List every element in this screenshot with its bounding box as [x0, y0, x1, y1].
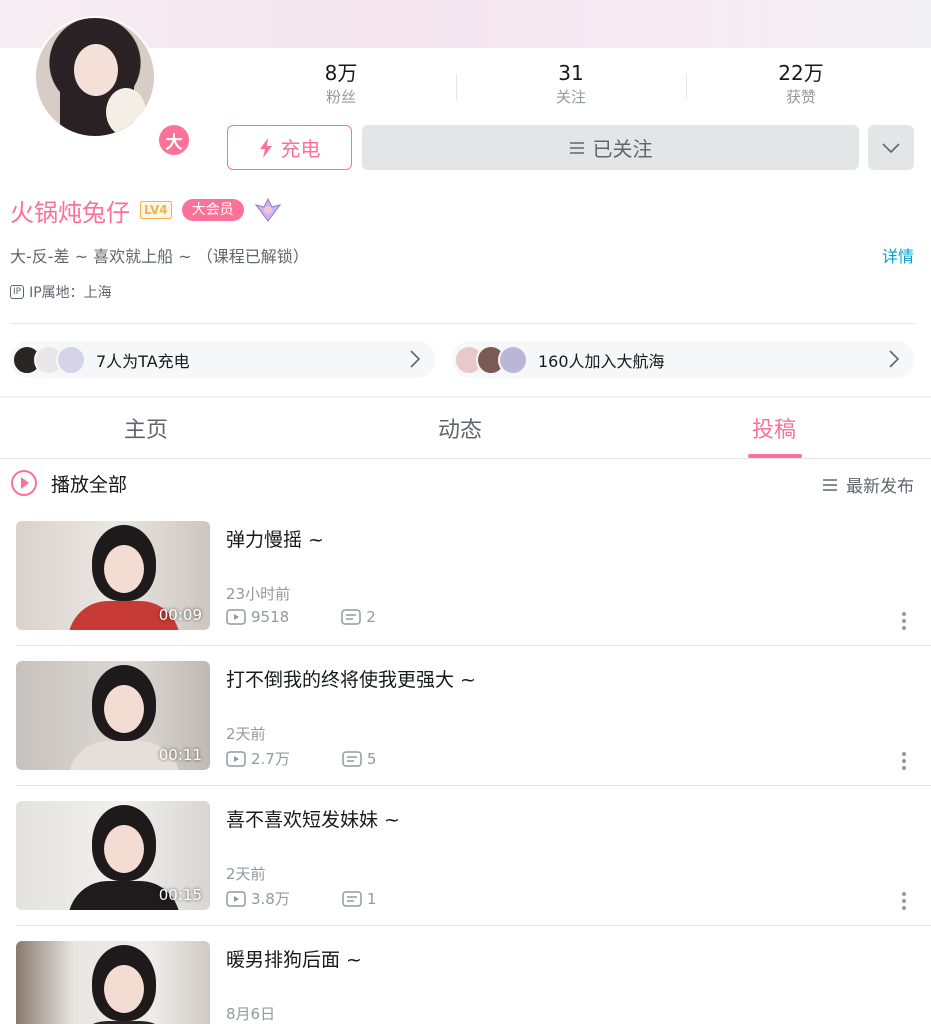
supporter-avatar	[56, 344, 86, 375]
ip-location: IP IP属地：上海	[10, 282, 112, 302]
lightning-icon	[259, 137, 272, 158]
play-count-value: 2.7万	[251, 750, 290, 768]
charge-button-label: 充电	[280, 137, 321, 161]
divider	[16, 785, 931, 786]
detail-link[interactable]: 详情	[882, 243, 914, 267]
video-duration: 00:15	[158, 886, 202, 904]
divider	[0, 458, 931, 459]
video-item[interactable]: 暖男排狗后面 ~ 8月6日	[0, 941, 931, 1024]
tab-posts[interactable]: 投稿	[752, 412, 796, 444]
stat-fans[interactable]: 8万 粉丝	[226, 60, 456, 116]
video-item[interactable]: 00:11 打不倒我的终将使我更强大 ~ 2天前 2.7万 5	[0, 661, 931, 801]
stats-bar: 8万 粉丝 31 关注 22万 获赞	[226, 60, 916, 116]
avatar[interactable]: 大	[34, 16, 192, 158]
tab-bar: 主页 动态 投稿	[0, 398, 931, 458]
video-time: 23小时前	[226, 585, 291, 603]
video-time: 2天前	[226, 865, 266, 883]
video-thumbnail[interactable]	[16, 941, 210, 1024]
video-title[interactable]: 暖男排狗后面 ~	[226, 945, 362, 972]
divider	[10, 323, 915, 324]
video-title[interactable]: 喜不喜欢短发妹妹 ~	[226, 805, 400, 832]
video-thumbnail[interactable]: 00:09	[16, 521, 210, 630]
video-thumbnail[interactable]: 00:15	[16, 801, 210, 910]
play-count-value: 9518	[251, 608, 290, 626]
video-time: 2天前	[226, 725, 266, 743]
video-stats: 9518 2	[226, 608, 376, 626]
comment-count: 1	[342, 889, 377, 908]
medal-icon[interactable]	[254, 197, 282, 223]
comment-icon	[342, 750, 362, 767]
expand-button[interactable]	[868, 125, 914, 170]
comment-count-value: 2	[366, 608, 376, 626]
play-all-label: 播放全部	[51, 473, 128, 496]
comment-count: 2	[341, 608, 376, 626]
fleet-pill[interactable]: 160人加入大航海	[452, 341, 914, 378]
sort-label: 最新发布	[846, 477, 914, 497]
stat-following[interactable]: 31 关注	[456, 60, 686, 116]
comment-icon	[341, 609, 361, 625]
tab-dynamics[interactable]: 动态	[438, 412, 482, 444]
menu-lines-icon	[569, 141, 584, 154]
play-count-value: 3.8万	[251, 890, 290, 908]
video-title[interactable]: 弹力慢摇 ~	[226, 525, 324, 552]
ip-icon: IP	[10, 285, 25, 299]
username: 火锅炖兔仔	[10, 198, 130, 227]
play-circle-icon	[11, 470, 37, 496]
sort-list-icon	[823, 478, 837, 491]
stat-label: 粉丝	[325, 88, 356, 106]
level-badge: LV4	[140, 201, 172, 219]
followed-button[interactable]: 已关注	[362, 125, 859, 170]
charge-count-text: 7人为TA充电	[96, 351, 190, 371]
name-row: 火锅炖兔仔 LV4 大会员	[10, 192, 282, 228]
stat-label: 获赞	[785, 88, 816, 106]
video-stats: 2.7万 5	[226, 748, 376, 769]
video-duration: 00:09	[158, 606, 202, 624]
video-thumbnail[interactable]: 00:11	[16, 661, 210, 770]
video-title[interactable]: 打不倒我的终将使我更强大 ~	[226, 665, 476, 692]
play-count: 9518	[226, 608, 289, 626]
chevron-right-icon	[410, 350, 421, 368]
charge-supporters-pill[interactable]: 7人为TA充电	[10, 341, 435, 378]
supporter-avatars	[12, 344, 86, 375]
more-vertical-icon[interactable]	[900, 891, 908, 911]
play-count-icon	[226, 750, 246, 767]
more-vertical-icon[interactable]	[900, 611, 908, 631]
video-stats: 3.8万 1	[226, 888, 376, 909]
stat-likes[interactable]: 22万 获赞	[686, 60, 916, 116]
followed-button-label: 已关注	[592, 137, 653, 161]
comment-count-value: 1	[366, 889, 377, 908]
play-all-button[interactable]: 播放全部	[10, 469, 127, 497]
video-duration: 00:11	[158, 746, 202, 764]
stat-value: 22万	[778, 61, 824, 85]
fleet-count-text: 160人加入大航海	[538, 351, 665, 371]
video-item[interactable]: 00:09 弹力慢摇 ~ 23小时前 9518 2	[0, 521, 931, 661]
play-count: 3.8万	[226, 888, 290, 909]
more-vertical-icon[interactable]	[900, 751, 908, 771]
vip-badge[interactable]: 大会员	[181, 199, 244, 221]
comment-count-value: 5	[366, 749, 377, 768]
fleet-avatar	[498, 344, 528, 375]
signature: 大-反-差 ~ 喜欢就上船 ~ （课程已解锁）	[10, 247, 309, 266]
charge-button[interactable]: 充电	[227, 125, 352, 170]
stat-value: 8万	[324, 61, 358, 85]
chevron-down-icon	[882, 142, 900, 153]
avatar-image	[34, 16, 156, 138]
chevron-right-icon	[889, 350, 900, 368]
play-count-icon	[226, 609, 246, 625]
stat-label: 关注	[555, 88, 586, 106]
divider	[16, 925, 931, 926]
ip-location-text: IP属地：上海	[29, 285, 112, 301]
comment-icon	[342, 890, 362, 907]
sort-button[interactable]: 最新发布	[822, 472, 914, 497]
play-count: 2.7万	[226, 748, 290, 769]
comment-count: 5	[342, 749, 377, 768]
tab-home[interactable]: 主页	[124, 412, 168, 444]
fleet-avatars	[454, 344, 528, 375]
play-count-icon	[226, 890, 246, 907]
video-time: 8月6日	[226, 1005, 276, 1023]
stat-value: 31	[558, 61, 584, 85]
vip-avatar-badge: 大	[156, 122, 192, 158]
video-item[interactable]: 00:15 喜不喜欢短发妹妹 ~ 2天前 3.8万 1	[0, 801, 931, 941]
divider	[16, 645, 931, 646]
